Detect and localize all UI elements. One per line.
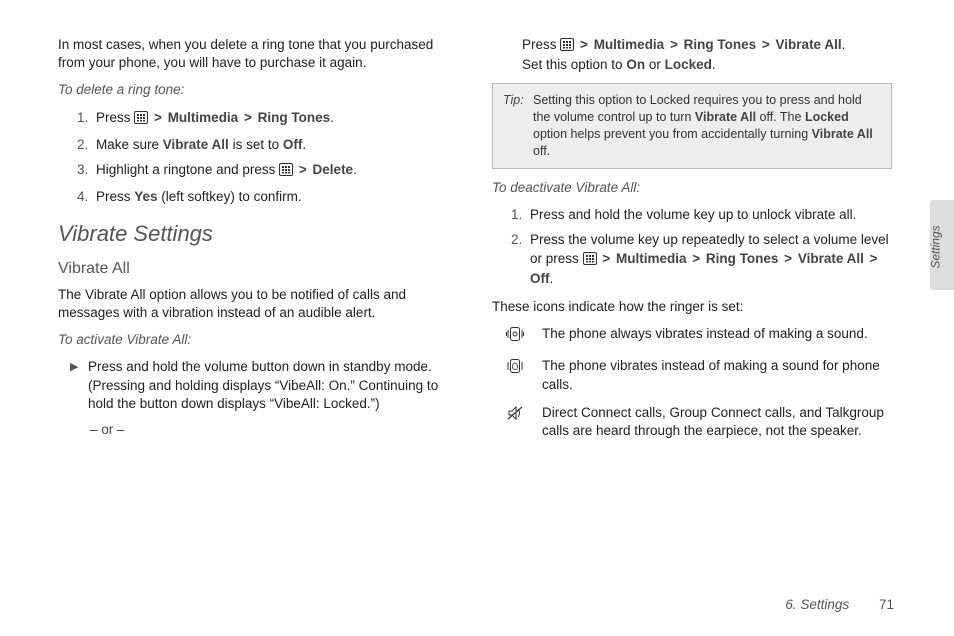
subheading-vibrate-all: Vibrate All	[58, 258, 458, 280]
side-tab: Settings	[930, 200, 954, 290]
text: Press	[96, 110, 134, 125]
bold-text: Vibrate All	[812, 127, 873, 141]
bold-text: Multimedia	[168, 110, 239, 125]
bold-text: Vibrate All	[798, 251, 864, 266]
bold-text: Vibrate All	[776, 37, 842, 52]
bold-text: Locked	[805, 110, 849, 124]
left-column: In most cases, when you delete a ring to…	[58, 36, 458, 450]
chevron-icon: >	[782, 251, 794, 266]
deactivate-label: To deactivate Vibrate All:	[492, 179, 892, 197]
chevron-icon: >	[668, 37, 680, 52]
text: off.	[533, 144, 550, 158]
chevron-icon: >	[242, 110, 254, 125]
bold-text: On	[626, 57, 645, 72]
right-column: Press > Multimedia > Ring Tones > Vibrat…	[492, 36, 892, 450]
text: or	[645, 57, 665, 72]
bold-text: Ring Tones	[684, 37, 757, 52]
delete-ringtone-label: To delete a ring tone:	[58, 81, 458, 99]
deactivate-steps-list: Press and hold the volume key up to unlo…	[526, 206, 892, 288]
tip-label: Tip:	[503, 92, 533, 160]
icon-row-1: The phone always vibrates instead of mak…	[506, 325, 892, 347]
text: Highlight a ringtone and press	[96, 162, 279, 177]
text: is set to	[229, 137, 283, 152]
menu-icon	[583, 252, 597, 270]
side-tab-label: Settings	[929, 225, 943, 268]
press-path-line: Press > Multimedia > Ring Tones > Vibrat…	[522, 36, 892, 74]
menu-icon	[279, 163, 293, 181]
bullet-item: ▶ Press and hold the volume button down …	[70, 358, 458, 413]
text: option helps prevent you from accidental…	[533, 127, 812, 141]
text: off. The	[756, 110, 805, 124]
bold-text: Ring Tones	[258, 110, 331, 125]
bold-text: Multimedia	[616, 251, 687, 266]
bold-text: Delete	[313, 162, 354, 177]
activate-label: To activate Vibrate All:	[58, 331, 458, 349]
icon-row-2: The phone vibrates instead of making a s…	[506, 357, 892, 393]
text: .	[302, 137, 306, 152]
bold-text: Ring Tones	[706, 251, 779, 266]
tip-box: Tip: Setting this option to Locked requi…	[492, 83, 892, 169]
chevron-icon: >	[152, 110, 164, 125]
text: .	[712, 57, 716, 72]
bold-text: Locked	[665, 57, 712, 72]
deact-step-1: Press and hold the volume key up to unlo…	[526, 206, 892, 224]
chevron-icon: >	[760, 37, 772, 52]
heading-vibrate-settings: Vibrate Settings	[58, 219, 458, 249]
text: Set this option to	[522, 57, 626, 72]
icon-table: The phone always vibrates instead of mak…	[506, 325, 892, 440]
intro-paragraph: In most cases, when you delete a ring to…	[58, 36, 458, 72]
page-number: 71	[879, 597, 894, 612]
text: .	[330, 110, 334, 125]
two-column-layout: In most cases, when you delete a ring to…	[58, 36, 904, 450]
deact-step-2: Press the volume key up repeatedly to se…	[526, 231, 892, 288]
menu-icon	[134, 111, 148, 129]
icon-desc-1: The phone always vibrates instead of mak…	[542, 325, 892, 347]
step-1: Press > Multimedia > Ring Tones.	[92, 109, 458, 129]
menu-icon	[560, 38, 574, 56]
text: Make sure	[96, 137, 163, 152]
bold-text: Off	[283, 137, 303, 152]
text: .	[353, 162, 357, 177]
triangle-bullet-icon: ▶	[70, 358, 88, 413]
icon-desc-2: The phone vibrates instead of making a s…	[542, 357, 892, 393]
delete-steps-list: Press > Multimedia > Ring Tones. Make su…	[92, 109, 458, 207]
page-footer: 6. Settings 71	[785, 597, 894, 612]
bold-text: Vibrate All	[695, 110, 756, 124]
footer-section: 6. Settings	[785, 597, 849, 612]
tip-text: Setting this option to Locked requires y…	[533, 92, 881, 160]
bold-text: Multimedia	[594, 37, 665, 52]
text: Press	[522, 37, 560, 52]
bullet-text: Press and hold the volume button down in…	[88, 358, 458, 413]
icon-row-3: Direct Connect calls, Group Connect call…	[506, 404, 892, 440]
step-4: Press Yes (left softkey) to confirm.	[92, 188, 458, 206]
icons-intro: These icons indicate how the ringer is s…	[492, 298, 892, 316]
text: .	[842, 37, 846, 52]
vibrate-all-paragraph: The Vibrate All option allows you to be …	[58, 286, 458, 322]
chevron-icon: >	[690, 251, 702, 266]
vibrate-calls-icon	[506, 357, 542, 393]
chevron-icon: >	[578, 37, 590, 52]
text: (left softkey) to confirm.	[158, 189, 302, 204]
chevron-icon: >	[868, 251, 880, 266]
chevron-icon: >	[600, 251, 612, 266]
step-2: Make sure Vibrate All is set to Off.	[92, 136, 458, 154]
step-3: Highlight a ringtone and press > Delete.	[92, 161, 458, 181]
page: In most cases, when you delete a ring to…	[0, 0, 954, 636]
or-divider: – or –	[90, 421, 458, 439]
text: Press	[96, 189, 134, 204]
speaker-off-icon	[506, 404, 542, 440]
bold-text: Vibrate All	[163, 137, 229, 152]
text: .	[550, 271, 554, 286]
bold-text: Yes	[134, 189, 157, 204]
vibrate-always-icon	[506, 325, 542, 347]
chevron-icon: >	[297, 162, 309, 177]
icon-desc-3: Direct Connect calls, Group Connect call…	[542, 404, 892, 440]
bold-text: Off	[530, 271, 550, 286]
